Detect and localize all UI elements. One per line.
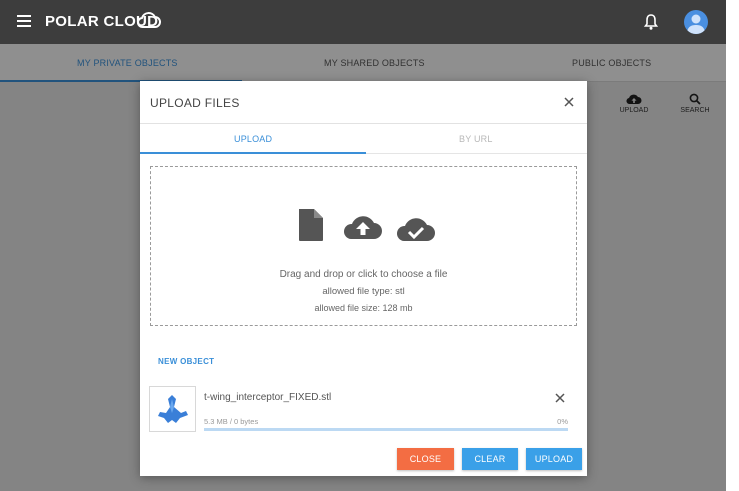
- allowed-file-size: allowed file size: 128 mb: [314, 303, 413, 313]
- clear-button[interactable]: CLEAR: [462, 448, 518, 470]
- bell-icon[interactable]: [643, 13, 659, 31]
- new-object-link[interactable]: NEW OBJECT: [158, 357, 214, 366]
- upload-progress-bar: [204, 428, 568, 431]
- dialog-title: UPLOAD FILES: [150, 96, 240, 110]
- cloud-upload-icon: [343, 216, 382, 239]
- upload-files-dialog: UPLOAD FILES UPLOAD BY URL Drag and drop…: [140, 81, 587, 476]
- user-icon: [687, 14, 705, 34]
- file-thumbnail: [149, 386, 196, 432]
- cloud-logo-icon: [137, 12, 161, 28]
- close-icon[interactable]: [562, 95, 576, 109]
- top-bar: POLAR CLOUD: [0, 0, 726, 44]
- upload-percent: 0%: [557, 417, 568, 426]
- remove-file-icon[interactable]: [554, 392, 566, 404]
- hamburger-menu-icon[interactable]: [17, 15, 31, 27]
- dropzone-instruction: Drag and drop or click to choose a file: [279, 269, 448, 280]
- tab-by-url[interactable]: BY URL: [459, 134, 493, 144]
- allowed-file-type: allowed file type: stl: [322, 286, 405, 297]
- dropzone-icons: [296, 207, 446, 243]
- file-name: t-wing_interceptor_FIXED.stl: [204, 392, 332, 403]
- close-button[interactable]: CLOSE: [397, 448, 454, 470]
- file-dropzone[interactable]: Drag and drop or click to choose a file …: [150, 166, 577, 326]
- dialog-divider: [140, 123, 587, 124]
- model-preview-icon: [158, 395, 188, 423]
- file-icon: [299, 209, 323, 241]
- file-size-status: 5.3 MB / 0 bytes: [204, 417, 259, 426]
- active-dialog-tab-indicator: [140, 152, 366, 154]
- upload-button[interactable]: UPLOAD: [526, 448, 582, 470]
- cloud-check-icon: [396, 218, 435, 241]
- tab-upload[interactable]: UPLOAD: [234, 134, 272, 144]
- avatar[interactable]: [684, 10, 708, 34]
- app-window: POLAR CLOUD MY PRIVATE OBJECTS MY SHARED…: [0, 0, 726, 491]
